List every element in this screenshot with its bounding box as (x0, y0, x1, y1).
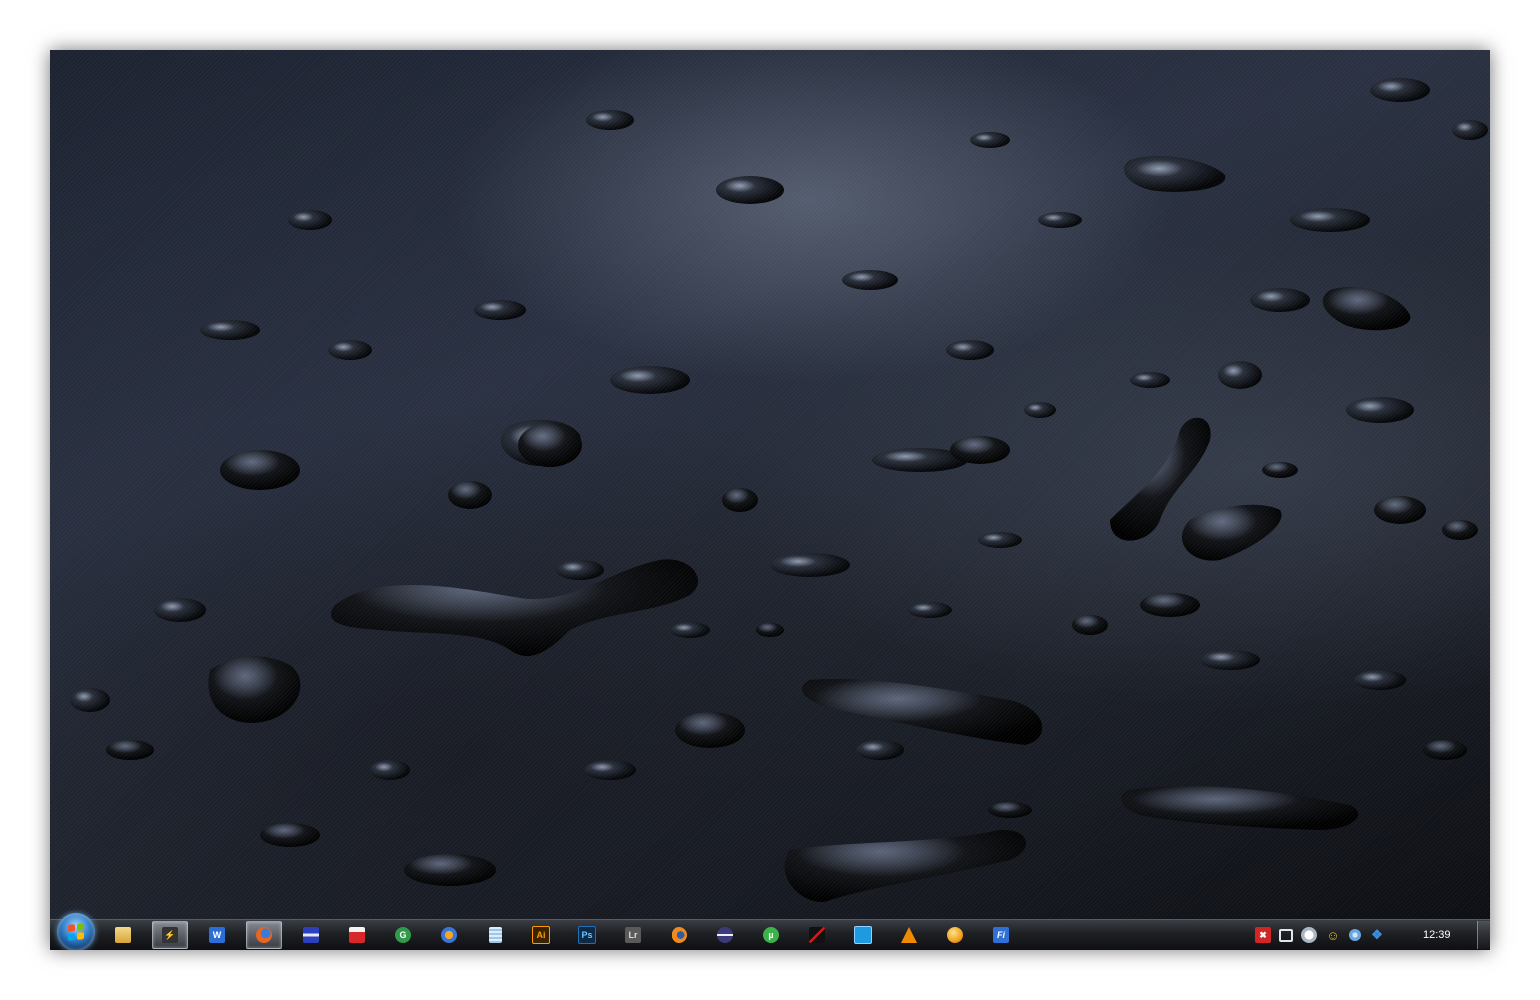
lightroom-icon: Lr (625, 927, 641, 943)
taskbar-app-flame-browser[interactable] (432, 922, 466, 948)
taskbar-app-blender[interactable] (662, 922, 696, 948)
green-circle-app-icon: G (395, 927, 411, 943)
taskbar-app-notepad[interactable] (478, 922, 512, 948)
flame-browser-icon (441, 927, 457, 943)
winamp-icon: ⚡ (162, 927, 178, 943)
clock-icon[interactable] (1301, 927, 1317, 943)
start-button[interactable] (57, 913, 95, 950)
taskbar-app-illustrator[interactable]: Ai (524, 922, 558, 948)
taskbar-app-g[interactable]: G (386, 922, 420, 948)
eclipse-icon (717, 927, 733, 943)
folder-icon (115, 927, 131, 943)
windows-logo-icon (68, 923, 84, 941)
taskbar-clock[interactable]: 12:39 (1423, 929, 1477, 941)
utorrent-icon: µ (763, 927, 779, 943)
taskbar-app-acrobat[interactable] (340, 922, 374, 948)
taskbar-app-save[interactable] (294, 922, 328, 948)
taskbar-app-photoshop[interactable]: Ps (570, 922, 604, 948)
taskbar-app-firefox[interactable] (246, 921, 282, 949)
taskbar-app-eclipse[interactable] (708, 922, 742, 948)
network-icon[interactable] (1279, 928, 1293, 942)
taskbar-app-lightroom[interactable]: Lr (616, 922, 650, 948)
taskbar-app-vlc[interactable] (892, 922, 926, 948)
photoshop-icon: Ps (578, 926, 596, 944)
users-icon[interactable]: ☺ (1325, 927, 1341, 943)
taskbar-app-orange[interactable] (938, 922, 972, 948)
taskbar-app-winamp[interactable]: ⚡ (152, 921, 188, 949)
system-tray: ✖ ☺ ❖ 12:39 (1255, 920, 1490, 950)
taskbar: ⚡ W G Ai Ps Lr µ Fi ✖ ☺ ❖ 12:39 (50, 913, 1490, 950)
taskbar-app-blue[interactable] (846, 922, 880, 948)
acrobat-icon (349, 927, 365, 943)
desktop-screen: ⚡ W G Ai Ps Lr µ Fi ✖ ☺ ❖ 12:39 (50, 50, 1490, 950)
notepad-icon (488, 927, 502, 943)
blender-icon (671, 927, 687, 943)
red-shield-icon[interactable]: ✖ (1255, 927, 1271, 943)
taskbar-app-explorer[interactable] (106, 922, 140, 948)
red-slash-app-icon (809, 927, 825, 943)
show-desktop-button[interactable] (1477, 921, 1490, 949)
word-icon: W (209, 927, 225, 943)
illustrator-icon: Ai (532, 926, 550, 944)
taskbar-app-utorrent[interactable]: µ (754, 922, 788, 948)
floppy-disk-icon (303, 927, 319, 943)
taskbar-app-word[interactable]: W (200, 922, 234, 948)
blue-circle-icon[interactable] (1349, 929, 1361, 941)
taskbar-app-fi[interactable]: Fi (984, 922, 1018, 948)
firefox-icon (256, 927, 272, 943)
dropbox-icon[interactable]: ❖ (1369, 927, 1385, 943)
orange-ball-icon (947, 927, 963, 943)
taskbar-app-slash[interactable] (800, 922, 834, 948)
blue-square-app-icon (854, 926, 872, 944)
vlc-cone-icon (901, 927, 917, 943)
taskbar-pinned-apps: ⚡ W G Ai Ps Lr µ Fi (106, 920, 1030, 950)
desktop-wallpaper (50, 50, 1490, 950)
fi-app-icon: Fi (993, 927, 1009, 943)
water-droplets-art (70, 78, 1488, 902)
